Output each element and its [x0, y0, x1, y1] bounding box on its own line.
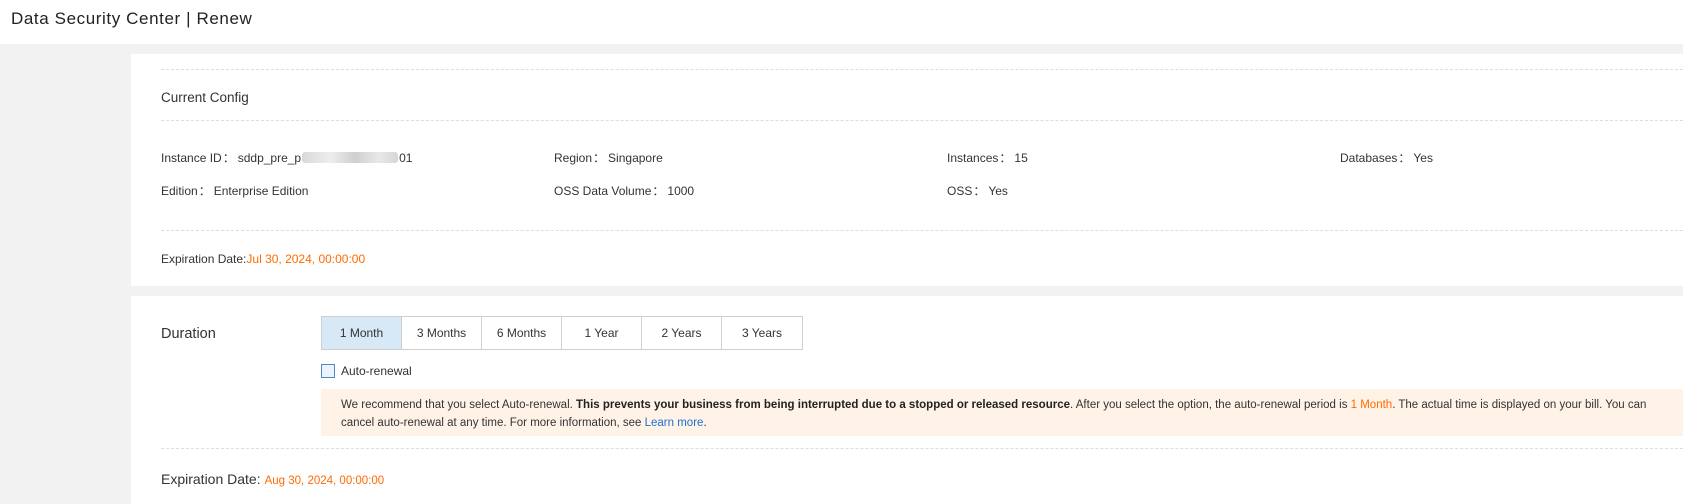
divider [161, 120, 1683, 121]
new-expiration-label: Expiration Date: [161, 471, 261, 487]
duration-label: Duration [161, 326, 216, 342]
notice-bold-text: This prevents your business from being i… [576, 399, 1070, 411]
redacted-blur [302, 152, 399, 163]
current-expiration-value: Jul 30, 2024, 00:00:00 [246, 252, 366, 266]
top-header: Data Security Center | Renew [0, 0, 1683, 44]
current-config-panel: Current Config Instance ID： sddp_pre_p 01 … [131, 54, 1683, 286]
duration-option-3-years[interactable]: 3 Years [722, 317, 802, 349]
new-expiration-value: Aug 30, 2024, 00:00:00 [264, 475, 385, 487]
duration-option-2-years[interactable]: 2 Years [642, 317, 722, 349]
page-title: Data Security Center | Renew [11, 9, 253, 28]
auto-renewal-label: Auto-renewal [341, 364, 412, 378]
divider [161, 448, 1683, 449]
duration-option-1-year[interactable]: 1 Year [562, 317, 642, 349]
instances-value: 15 [1014, 151, 1028, 165]
notice-period: 1 Month [1350, 399, 1393, 411]
divider [161, 230, 1683, 231]
auto-renewal-notice: We recommend that you select Auto-renewa… [321, 389, 1683, 436]
instances-field: Instances： 15 [947, 151, 1028, 165]
region-field: Region： Singapore [554, 151, 663, 165]
duration-selector: 1 Month 3 Months 6 Months 1 Year 2 Years… [321, 316, 803, 350]
divider [161, 69, 1683, 70]
instance-id-value-prefix: sddp_pre_p [237, 151, 302, 165]
region-value: Singapore [608, 151, 663, 165]
edition-field: Edition： Enterprise Edition [161, 184, 309, 198]
oss-field: OSS： Yes [947, 184, 1008, 198]
duration-option-6-months[interactable]: 6 Months [482, 317, 562, 349]
instance-id-label: Instance ID [161, 151, 222, 165]
auto-renewal-checkbox[interactable] [321, 364, 335, 378]
auto-renewal-option[interactable]: Auto-renewal [321, 364, 412, 378]
duration-option-1-month[interactable]: 1 Month [322, 317, 402, 349]
instance-id-field: Instance ID： sddp_pre_p 01 [161, 151, 413, 165]
edition-value: Enterprise Edition [213, 184, 309, 198]
duration-panel: Duration 1 Month 3 Months 6 Months 1 Yea… [131, 296, 1683, 504]
databases-field: Databases： Yes [1340, 151, 1433, 165]
current-expiration: Expiration Date:Jul 30, 2024, 00:00:00 [161, 252, 366, 266]
current-config-title: Current Config [161, 90, 249, 105]
new-expiration: Expiration Date: Aug 30, 2024, 00:00:00 [161, 471, 384, 487]
oss-value: Yes [988, 184, 1008, 198]
duration-option-3-months[interactable]: 3 Months [402, 317, 482, 349]
databases-value: Yes [1413, 151, 1433, 165]
instance-id-value-suffix: 01 [399, 151, 413, 165]
oss-volume-field: OSS Data Volume： 1000 [554, 184, 695, 198]
learn-more-link[interactable]: Learn more [645, 417, 704, 429]
oss-volume-value: 1000 [667, 184, 695, 198]
